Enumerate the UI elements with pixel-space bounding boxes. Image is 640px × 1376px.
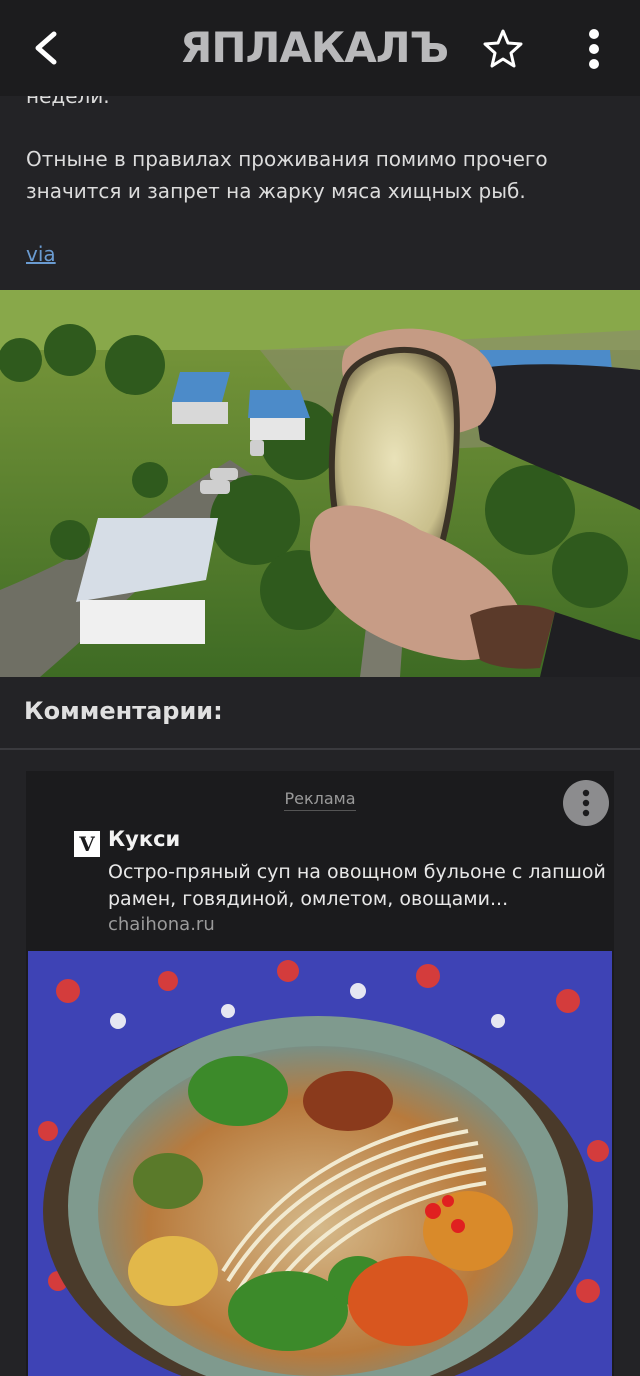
noodle-soup-photo [28,951,612,1376]
page: недели. Отныне в правилах проживания пом… [0,0,640,1376]
more-vertical-icon [589,29,599,69]
back-arrow-icon [35,31,57,65]
ad-label: Реклама [26,789,614,811]
ad-card[interactable]: Реклама V Кукси Остро-пряный суп на овощ… [26,771,614,1376]
advertiser-logo: V [74,831,100,857]
top-bar: ЯПЛАКАЛЪ [0,0,640,96]
comments-divider [0,748,640,750]
more-vertical-icon [582,789,590,817]
ad-options-button[interactable] [563,780,609,826]
via-link[interactable]: via [26,238,56,270]
site-logo[interactable]: ЯПЛАКАЛЪ [180,22,460,78]
back-button[interactable] [22,22,70,74]
star-icon [483,29,523,68]
favorite-button[interactable] [480,26,526,72]
comments-title: Комментарии: [24,697,223,725]
article-photo [0,290,640,677]
ad-title[interactable]: Кукси [108,827,180,851]
ad-domain[interactable]: chaihona.ru [108,914,215,935]
ad-description[interactable]: Остро-пряный суп на овощном бульоне с ла… [108,859,608,913]
aerial-farm-photo [0,290,640,677]
ad-image[interactable] [28,951,612,1376]
more-menu-button[interactable] [578,26,610,72]
article-paragraph: Отныне в правилах проживания помимо проч… [26,147,548,203]
